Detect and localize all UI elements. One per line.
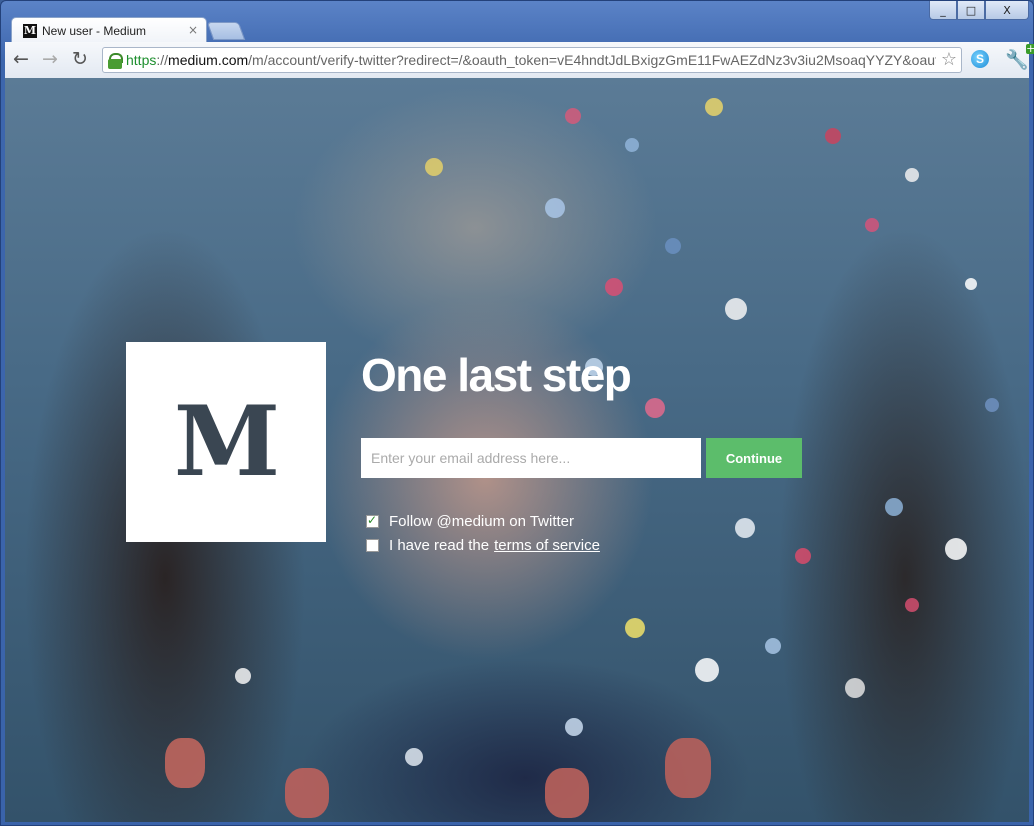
minimize-button[interactable]: _ xyxy=(929,1,957,20)
url-path: /m/account/verify-twitter?redirect=/&oau… xyxy=(248,52,936,68)
reload-icon[interactable]: ↻ xyxy=(72,50,88,69)
email-input[interactable] xyxy=(361,438,701,478)
terms-link[interactable]: terms of service xyxy=(494,537,600,554)
terms-option[interactable]: I have read the terms of service xyxy=(366,537,600,554)
browser-tab[interactable]: M New user - Medium × xyxy=(11,17,207,42)
medium-favicon: M xyxy=(23,24,37,38)
address-bar[interactable]: https://medium.com/m/account/verify-twit… xyxy=(102,47,962,73)
forward-icon[interactable]: → xyxy=(42,50,58,69)
maximize-button[interactable]: □ xyxy=(957,1,985,20)
url-scheme: https xyxy=(126,52,157,68)
bookmark-star-icon[interactable]: ☆ xyxy=(941,49,957,70)
follow-label: Follow @medium on Twitter xyxy=(389,513,575,530)
extension-icon[interactable]: S xyxy=(971,50,989,68)
browser-toolbar: ← → ↻ https://medium.com/m/account/verif… xyxy=(5,42,1034,79)
url-host: medium.com xyxy=(168,52,249,68)
follow-checkbox[interactable] xyxy=(366,513,379,528)
continue-button[interactable]: Continue xyxy=(706,438,802,478)
window-controls: _ □ X xyxy=(929,1,1029,20)
follow-twitter-option[interactable]: Follow @medium on Twitter xyxy=(366,513,574,530)
back-icon[interactable]: ← xyxy=(13,50,29,69)
url-text[interactable]: https://medium.com/m/account/verify-twit… xyxy=(126,52,936,68)
update-badge-icon: + xyxy=(1025,42,1034,55)
close-window-button[interactable]: X xyxy=(985,1,1029,20)
tab-title: New user - Medium xyxy=(42,24,147,38)
page-title: One last step xyxy=(361,349,632,401)
terms-checkbox[interactable] xyxy=(366,539,379,552)
terms-label: I have read the xyxy=(389,537,490,554)
page-content: M One last step Continue Follow @medium … xyxy=(5,78,1029,822)
new-tab-button[interactable] xyxy=(206,22,246,40)
tab-close-icon[interactable]: × xyxy=(188,23,198,37)
logo-letter: M xyxy=(173,385,280,498)
browser-window: _ □ X M New user - Medium × ← → ↻ https:… xyxy=(0,0,1034,826)
medium-logo: M xyxy=(126,342,326,542)
wrench-menu-icon[interactable]: 🔧 + xyxy=(1005,43,1034,71)
